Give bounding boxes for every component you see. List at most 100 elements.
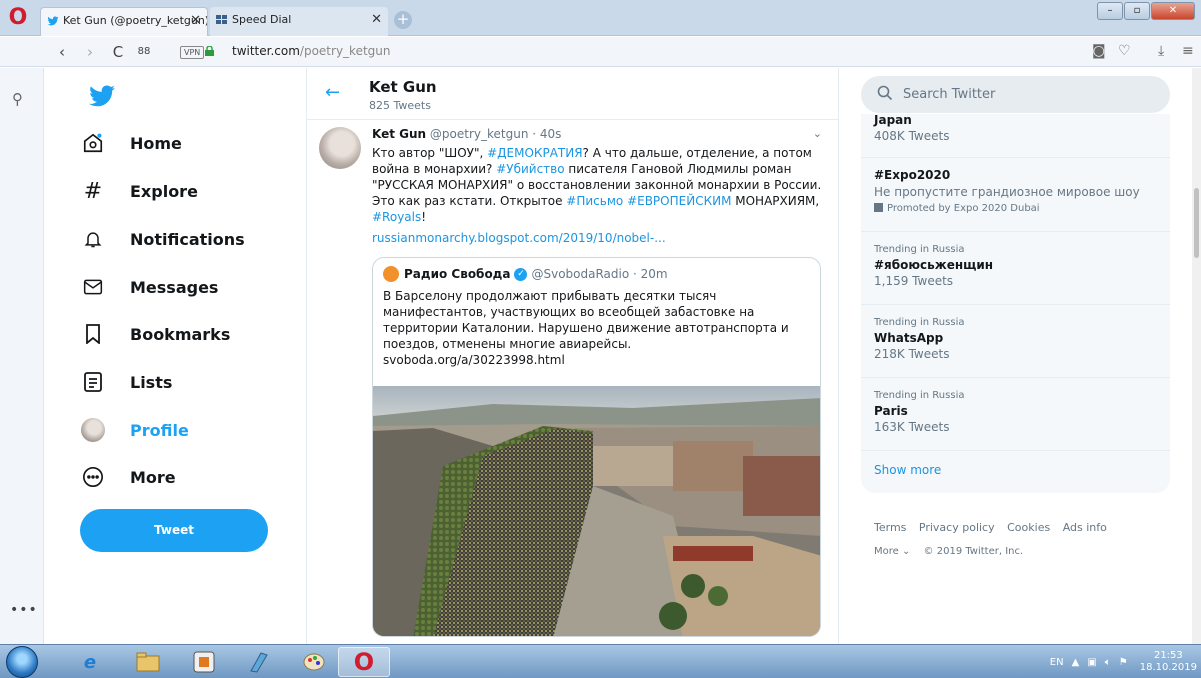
search-icon	[877, 85, 893, 101]
show-more-link[interactable]: Show more	[874, 463, 941, 477]
trend-item-promoted[interactable]: #Expo2020 Не пропустите грандиозное миро…	[861, 159, 1170, 232]
hashtag-icon: #	[83, 178, 103, 204]
barcelona-protest-photo[interactable]	[373, 386, 821, 637]
nav-profile[interactable]: Profile	[80, 410, 189, 450]
url-domain: twitter.com	[232, 44, 300, 58]
nav-label: Lists	[130, 372, 173, 392]
forward-button[interactable]: ›	[80, 42, 100, 62]
quoted-tweet[interactable]: Радио Свобода ✓ @SvobodaRadio · 20m В Ба…	[372, 257, 821, 637]
paint-icon[interactable]	[288, 647, 340, 677]
tweet-text-segment: Кто автор "ШОУ",	[372, 146, 488, 160]
hashtag-link[interactable]: #Письмо	[566, 194, 623, 208]
trend-item[interactable]: Trending in Russia #ябоюсьженщин 1,159 T…	[861, 233, 1170, 305]
hashtag-link[interactable]: #Убийство	[496, 162, 564, 176]
tweet-text: Кто автор "ШОУ", #ДЕМОКРАТИЯ? А что даль…	[372, 145, 822, 225]
opera-menu-icon[interactable]: O	[6, 6, 30, 30]
back-button[interactable]: ‹	[52, 42, 72, 62]
footer-privacy-link[interactable]: Privacy policy	[919, 521, 995, 534]
more-icon	[80, 464, 106, 490]
hashtag-link[interactable]: #Royals	[372, 210, 421, 224]
footer-links: Terms Privacy policy Cookies Ads info	[874, 521, 1116, 534]
minimize-button[interactable]: –	[1097, 2, 1123, 20]
twitter-logo-icon[interactable]	[86, 82, 118, 110]
nav-label: More	[130, 467, 176, 487]
trend-context: Trending in Russia	[874, 317, 965, 328]
nav-notifications[interactable]: Notifications	[80, 219, 245, 259]
page-scrollbar[interactable]	[1192, 68, 1201, 644]
media-player-icon[interactable]	[178, 647, 230, 677]
nav-more[interactable]: More	[80, 457, 176, 497]
search-icon[interactable]: ⚲	[12, 90, 23, 108]
clock[interactable]: 21:53 18.10.2019	[1140, 650, 1197, 674]
footer-ads-link[interactable]: Ads info	[1063, 521, 1107, 534]
footer-terms-link[interactable]: Terms	[874, 521, 906, 534]
tweet-text-segment: МОНАРХИЯМ,	[731, 194, 820, 208]
quote-handle: @SvobodaRadio · 20m	[531, 267, 668, 281]
language-indicator[interactable]: EN	[1050, 657, 1064, 668]
hashtag-link[interactable]: #ДЕМОКРАТИЯ	[487, 146, 582, 160]
nav-home[interactable]: Home	[80, 123, 182, 163]
url-field[interactable]: twitter.com/poetry_ketgun	[232, 44, 390, 58]
lock-icon	[205, 46, 214, 56]
network-icon[interactable]: ▣	[1087, 657, 1096, 668]
file-explorer-icon[interactable]	[122, 647, 174, 677]
tweet-text-segment: !	[421, 210, 427, 224]
internet-explorer-icon[interactable]: e	[64, 647, 116, 677]
maximize-button[interactable]: ▫	[1124, 2, 1150, 20]
new-tab-button[interactable]: +	[394, 11, 412, 29]
trend-item[interactable]: Japan 408K Tweets	[861, 114, 1170, 158]
volume-icon[interactable]: 🔈︎	[1105, 657, 1111, 668]
avatar-icon	[80, 417, 106, 443]
footer-cookies-link[interactable]: Cookies	[1007, 521, 1050, 534]
heart-icon[interactable]: ♡	[1118, 43, 1131, 59]
tweet-button[interactable]: Tweet	[80, 509, 268, 552]
trend-item[interactable]: Trending in Russia Paris 163K Tweets	[861, 379, 1170, 451]
avatar[interactable]	[319, 127, 361, 169]
trend-count: 408K Tweets	[874, 129, 950, 143]
tweet-link[interactable]: russianmonarchy.blogspot.com/2019/10/nob…	[372, 231, 666, 245]
download-icon[interactable]: ⤓	[1158, 43, 1164, 59]
close-window-button[interactable]: ✕	[1151, 2, 1195, 20]
hashtag-link[interactable]: #ЕВРОПЕЙСКИМ	[627, 194, 731, 208]
nav-label: Profile	[130, 420, 189, 440]
speed-dial-button[interactable]: 88	[134, 42, 154, 62]
trend-name: Paris	[874, 404, 908, 418]
tab-close-icon[interactable]: ✕	[190, 13, 201, 28]
quote-author: Радио Свобода	[404, 267, 511, 281]
address-bar: ‹ › C 88 VPN twitter.com/poetry_ketgun ◙…	[0, 37, 1201, 67]
action-center-icon[interactable]: ⚑	[1119, 657, 1128, 668]
footer-more-link[interactable]: More ⌄	[874, 546, 910, 557]
tweet[interactable]: Ket Gun @poetry_ketgun · 40s ⌄ Кто автор…	[307, 121, 838, 644]
sidebar-more-icon[interactable]: •••	[10, 602, 38, 618]
nav-explore[interactable]: # Explore	[80, 171, 198, 211]
tab-close-icon[interactable]: ✕	[371, 12, 382, 27]
promoted-text: Promoted by Expo 2020 Dubai	[887, 203, 1040, 214]
nav-lists[interactable]: Lists	[80, 362, 172, 402]
tray-expand-icon[interactable]: ▲	[1072, 657, 1080, 668]
back-arrow-icon[interactable]: ←	[325, 82, 340, 103]
notepad-icon[interactable]	[232, 647, 284, 677]
nav-bookmarks[interactable]: Bookmarks	[80, 314, 230, 354]
tweet-header: Ket Gun @poetry_ketgun · 40s	[372, 127, 561, 141]
search-input[interactable]	[903, 85, 1153, 103]
tab-speed-dial[interactable]: Speed Dial ✕	[210, 7, 388, 36]
opera-taskbar-icon[interactable]: O	[338, 647, 390, 677]
chevron-down-icon[interactable]: ⌄	[813, 127, 822, 140]
nav-label: Notifications	[130, 229, 245, 249]
search-box[interactable]	[861, 76, 1170, 113]
tweet-handle: @poetry_ketgun · 40s	[429, 127, 562, 141]
reload-button[interactable]: C	[108, 42, 128, 62]
tweet-author[interactable]: Ket Gun	[372, 127, 426, 141]
trend-item[interactable]: Trending in Russia WhatsApp 218K Tweets	[861, 306, 1170, 378]
trend-name: WhatsApp	[874, 331, 944, 345]
start-button[interactable]	[6, 646, 38, 678]
trend-count: 218K Tweets	[874, 347, 950, 361]
snapshot-icon[interactable]: ◙	[1092, 43, 1106, 59]
scrollbar-thumb[interactable]	[1194, 188, 1199, 258]
trends-panel: Japan 408K Tweets #Expo2020 Не пропустит…	[861, 114, 1170, 493]
easy-setup-icon[interactable]: ≡	[1182, 43, 1194, 59]
tab-twitter-profile[interactable]: Ket Gun (@poetry_ketgun) ✕	[40, 7, 208, 36]
system-tray: EN ▲ ▣ 🔈︎ ⚑ 21:53 18.10.2019	[1042, 645, 1197, 678]
vpn-badge[interactable]: VPN	[180, 46, 205, 59]
nav-messages[interactable]: Messages	[80, 267, 218, 307]
